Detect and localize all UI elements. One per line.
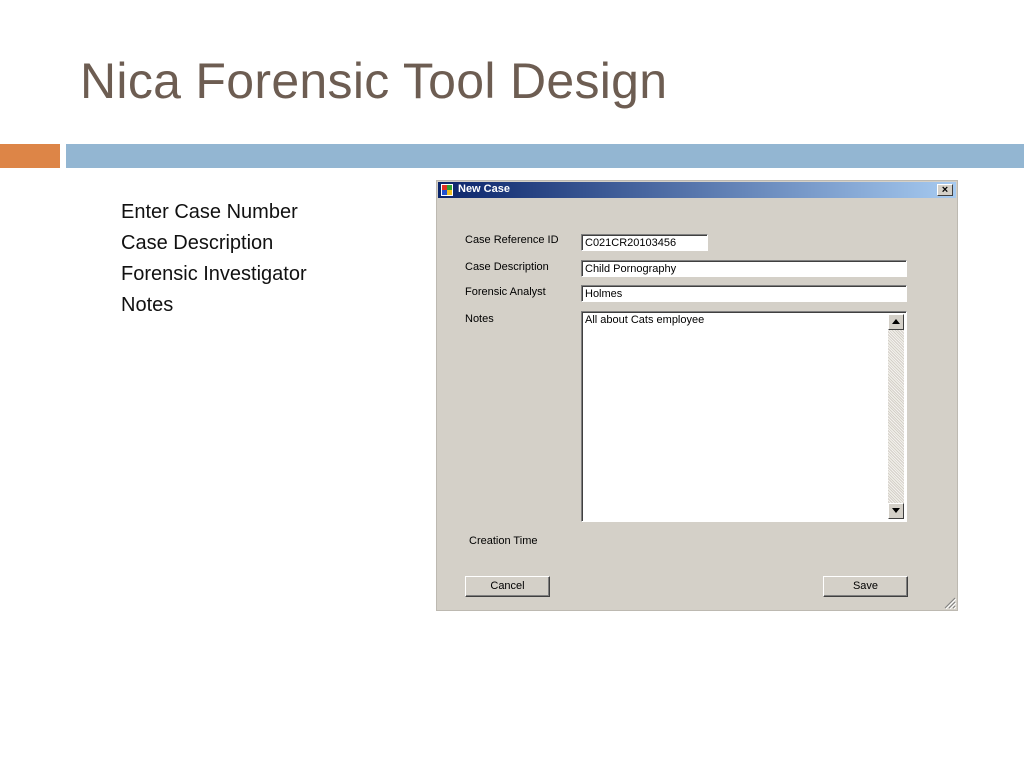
bullet-list: Enter Case Number Case Description Foren…	[121, 197, 307, 321]
dialog-titlebar[interactable]: New Case ×	[438, 182, 956, 198]
dialog-title: New Case	[458, 183, 510, 195]
bullet-item: Forensic Investigator	[121, 263, 307, 285]
case-ref-label: Case Reference ID	[465, 234, 559, 246]
analyst-label: Forensic Analyst	[465, 286, 546, 298]
slide-title: Nica Forensic Tool Design	[80, 53, 668, 109]
bullet-item: Enter Case Number	[121, 201, 298, 223]
scroll-up-button[interactable]	[888, 314, 904, 330]
accent-bar-orange	[0, 144, 60, 168]
close-button[interactable]: ×	[937, 184, 953, 196]
scroll-down-button[interactable]	[888, 503, 904, 519]
notes-text: All about Cats employee	[585, 314, 705, 326]
creation-time-label: Creation Time	[469, 535, 538, 547]
analyst-input[interactable]: Holmes	[581, 285, 907, 302]
bullet-item: Case Description	[121, 232, 274, 254]
accent-bar-blue	[66, 144, 1024, 168]
bullet-item: Notes	[121, 294, 174, 316]
new-case-dialog: New Case × Case Reference ID C021CR20103…	[436, 180, 958, 611]
case-desc-input[interactable]: Child Pornography	[581, 260, 907, 277]
save-button[interactable]: Save	[823, 576, 908, 597]
notes-textarea[interactable]: All about Cats employee	[581, 311, 907, 522]
chevron-down-icon	[892, 508, 900, 513]
close-icon: ×	[941, 184, 949, 196]
window-app-icon	[441, 184, 453, 196]
case-desc-label: Case Description	[465, 261, 549, 273]
chevron-up-icon	[892, 319, 900, 324]
case-ref-input[interactable]: C021CR20103456	[581, 234, 708, 251]
notes-scrollbar[interactable]	[888, 314, 904, 519]
cancel-button[interactable]: Cancel	[465, 576, 550, 597]
resize-grip-icon[interactable]	[944, 597, 956, 609]
notes-label: Notes	[465, 313, 494, 325]
